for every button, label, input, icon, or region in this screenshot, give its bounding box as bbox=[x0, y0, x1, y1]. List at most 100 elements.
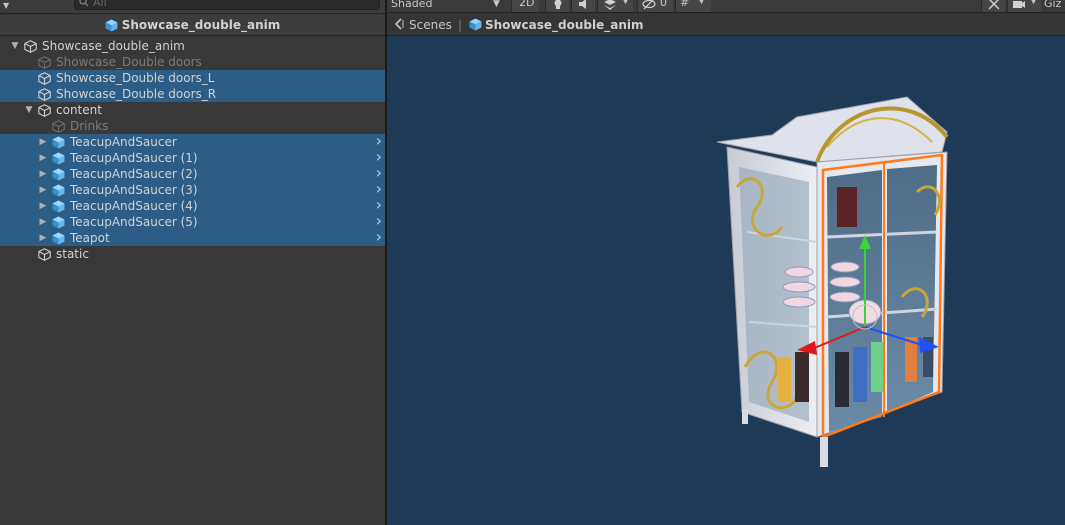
effects-caret-icon: ▼ bbox=[622, 0, 629, 6]
hierarchy-row[interactable]: ▶ TeacupAndSaucer (1) › bbox=[0, 149, 385, 166]
shading-mode-dropdown[interactable]: Shaded bbox=[391, 0, 432, 12]
gizmos-dropdown[interactable]: Giz bbox=[1044, 0, 1061, 12]
toggle-2d-label: 2D bbox=[519, 0, 535, 9]
hierarchy-row[interactable]: ▼ Showcase_double_anim bbox=[0, 38, 385, 54]
grid-snap-dropdown[interactable]: # ▼ bbox=[675, 0, 711, 12]
open-prefab-chevron-icon[interactable]: › bbox=[376, 197, 382, 213]
hierarchy-row[interactable]: ▼ content bbox=[0, 102, 385, 118]
prefab-icon bbox=[469, 18, 482, 31]
hierarchy-panel: ▼ All Showcase_double_anim ▼ Showcase_dou… bbox=[0, 0, 385, 525]
grid-caret-icon: ▼ bbox=[698, 0, 705, 6]
showcase-cabinet-model[interactable] bbox=[716, 96, 949, 467]
gameobject-icon bbox=[38, 104, 51, 117]
hierarchy-row-label: Showcase_Double doors bbox=[56, 55, 202, 69]
speaker-icon bbox=[579, 0, 586, 9]
hierarchy-row-label: TeacupAndSaucer (5) bbox=[70, 215, 198, 229]
gameobject-icon bbox=[38, 56, 51, 69]
scene-icon bbox=[105, 19, 118, 31]
prefab-icon bbox=[52, 152, 65, 165]
prefab-icon bbox=[52, 232, 65, 245]
effects-dropdown-button[interactable]: ▼ bbox=[597, 0, 633, 12]
camera-caret-icon: ▼ bbox=[1030, 0, 1037, 6]
hierarchy-row[interactable]: Drinks bbox=[0, 118, 385, 134]
gameobject-icon bbox=[38, 88, 51, 101]
lighting-toggle-button[interactable] bbox=[545, 0, 569, 12]
scene-breadcrumb: Scenes | Showcase_double_anim bbox=[387, 14, 1065, 36]
prefab-icon bbox=[52, 136, 65, 149]
expand-arrow-open-icon[interactable]: ▼ bbox=[10, 38, 20, 54]
prefab-icon bbox=[52, 200, 65, 213]
expand-arrow-closed-icon[interactable]: ▶ bbox=[38, 150, 48, 166]
hierarchy-row[interactable]: ▶ TeacupAndSaucer (3) › bbox=[0, 181, 385, 198]
expand-arrow-closed-icon[interactable]: ▶ bbox=[38, 134, 48, 150]
tools-icon bbox=[988, 0, 1000, 10]
hierarchy-row-label: Showcase_Double doors_R bbox=[56, 87, 217, 101]
search-placeholder: All bbox=[93, 0, 107, 9]
hierarchy-tree: ▼ Showcase_double_anim Showcase_Double doo… bbox=[0, 38, 385, 262]
expand-arrow-closed-icon[interactable]: ▶ bbox=[38, 166, 48, 182]
open-prefab-chevron-icon[interactable]: › bbox=[376, 149, 382, 165]
tools-button[interactable] bbox=[981, 0, 1005, 12]
hierarchy-row-label: static bbox=[56, 247, 89, 261]
prefab-icon bbox=[52, 184, 65, 197]
scene-view: Shaded ▼ 2D ▼ 0 # ▼ ▼ Giz Scenes | Showc… bbox=[387, 0, 1065, 525]
open-prefab-chevron-icon[interactable]: › bbox=[376, 133, 382, 149]
grid-icon: # bbox=[680, 0, 690, 9]
expand-arrow-closed-icon[interactable]: ▶ bbox=[38, 198, 48, 214]
scene-title: Showcase_double_anim bbox=[121, 18, 281, 32]
search-icon bbox=[79, 0, 89, 7]
gameobject-icon bbox=[38, 248, 51, 261]
expand-arrow-closed-icon[interactable]: ▶ bbox=[38, 214, 48, 230]
scene-header[interactable]: Showcase_double_anim bbox=[0, 15, 385, 36]
hierarchy-row-label: TeacupAndSaucer (2) bbox=[70, 167, 198, 181]
audio-toggle-button[interactable] bbox=[571, 0, 595, 12]
hierarchy-row-label: Showcase_Double doors_L bbox=[56, 71, 215, 85]
breadcrumb-separator: | bbox=[458, 18, 463, 32]
eye-slash-icon bbox=[642, 0, 656, 10]
hierarchy-row[interactable]: static bbox=[0, 246, 385, 262]
camera-icon bbox=[1013, 1, 1025, 8]
open-prefab-chevron-icon[interactable]: › bbox=[376, 181, 382, 197]
prefab-icon bbox=[52, 168, 65, 181]
open-prefab-chevron-icon[interactable]: › bbox=[376, 229, 382, 245]
shading-dropdown-arrow-icon: ▼ bbox=[493, 0, 500, 9]
hierarchy-row[interactable]: ▶ TeacupAndSaucer › bbox=[0, 133, 385, 150]
hierarchy-row[interactable]: Showcase_Double doors_L bbox=[0, 70, 385, 86]
hierarchy-row-label: TeacupAndSaucer (1) bbox=[70, 151, 198, 165]
hierarchy-search-field[interactable]: All bbox=[74, 0, 380, 10]
hierarchy-row[interactable]: ▶ TeacupAndSaucer (4) › bbox=[0, 197, 385, 214]
gameobject-icon bbox=[52, 120, 65, 133]
prefab-icon bbox=[52, 216, 65, 229]
toggle-2d-button[interactable]: 2D bbox=[511, 0, 539, 12]
hierarchy-row[interactable]: ▶ TeacupAndSaucer (5) › bbox=[0, 213, 385, 230]
create-menu-caret-icon[interactable]: ▼ bbox=[3, 1, 9, 10]
gameobject-icon bbox=[24, 40, 37, 53]
scene-toolbar: Shaded ▼ 2D ▼ 0 # ▼ ▼ Giz bbox=[387, 0, 1065, 13]
hierarchy-row-label: TeacupAndSaucer (3) bbox=[70, 183, 198, 197]
breadcrumb-scenes[interactable]: Scenes bbox=[409, 18, 452, 32]
expand-arrow-open-icon[interactable]: ▼ bbox=[24, 102, 34, 118]
hierarchy-row-label: content bbox=[56, 103, 102, 117]
hierarchy-row-label: TeacupAndSaucer (4) bbox=[70, 199, 198, 213]
hidden-objects-toggle[interactable]: 0 bbox=[637, 0, 673, 12]
hierarchy-toolbar: ▼ All bbox=[0, 0, 385, 14]
expand-arrow-closed-icon[interactable]: ▶ bbox=[38, 182, 48, 198]
back-arrow-icon[interactable] bbox=[393, 18, 405, 30]
open-prefab-chevron-icon[interactable]: › bbox=[376, 165, 382, 181]
camera-dropdown[interactable]: ▼ bbox=[1007, 0, 1041, 12]
hierarchy-row-label: TeacupAndSaucer bbox=[70, 135, 177, 149]
scene-viewport[interactable] bbox=[387, 37, 1065, 525]
gameobject-icon bbox=[38, 72, 51, 85]
hierarchy-row[interactable]: ▶ TeacupAndSaucer (2) › bbox=[0, 165, 385, 182]
breadcrumb-current-prefab[interactable]: Showcase_double_anim bbox=[485, 18, 643, 32]
hierarchy-row-label: Showcase_double_anim bbox=[42, 39, 185, 53]
hidden-count: 0 bbox=[660, 0, 667, 9]
expand-arrow-closed-icon[interactable]: ▶ bbox=[38, 230, 48, 246]
hierarchy-row[interactable]: ▶ Teapot › bbox=[0, 229, 385, 246]
layers-icon bbox=[604, 0, 616, 10]
hierarchy-row[interactable]: Showcase_Double doors_R bbox=[0, 86, 385, 102]
hierarchy-row[interactable]: Showcase_Double doors bbox=[0, 54, 385, 70]
light-bulb-icon bbox=[554, 0, 562, 9]
open-prefab-chevron-icon[interactable]: › bbox=[376, 213, 382, 229]
hierarchy-row-label: Teapot bbox=[70, 231, 110, 245]
